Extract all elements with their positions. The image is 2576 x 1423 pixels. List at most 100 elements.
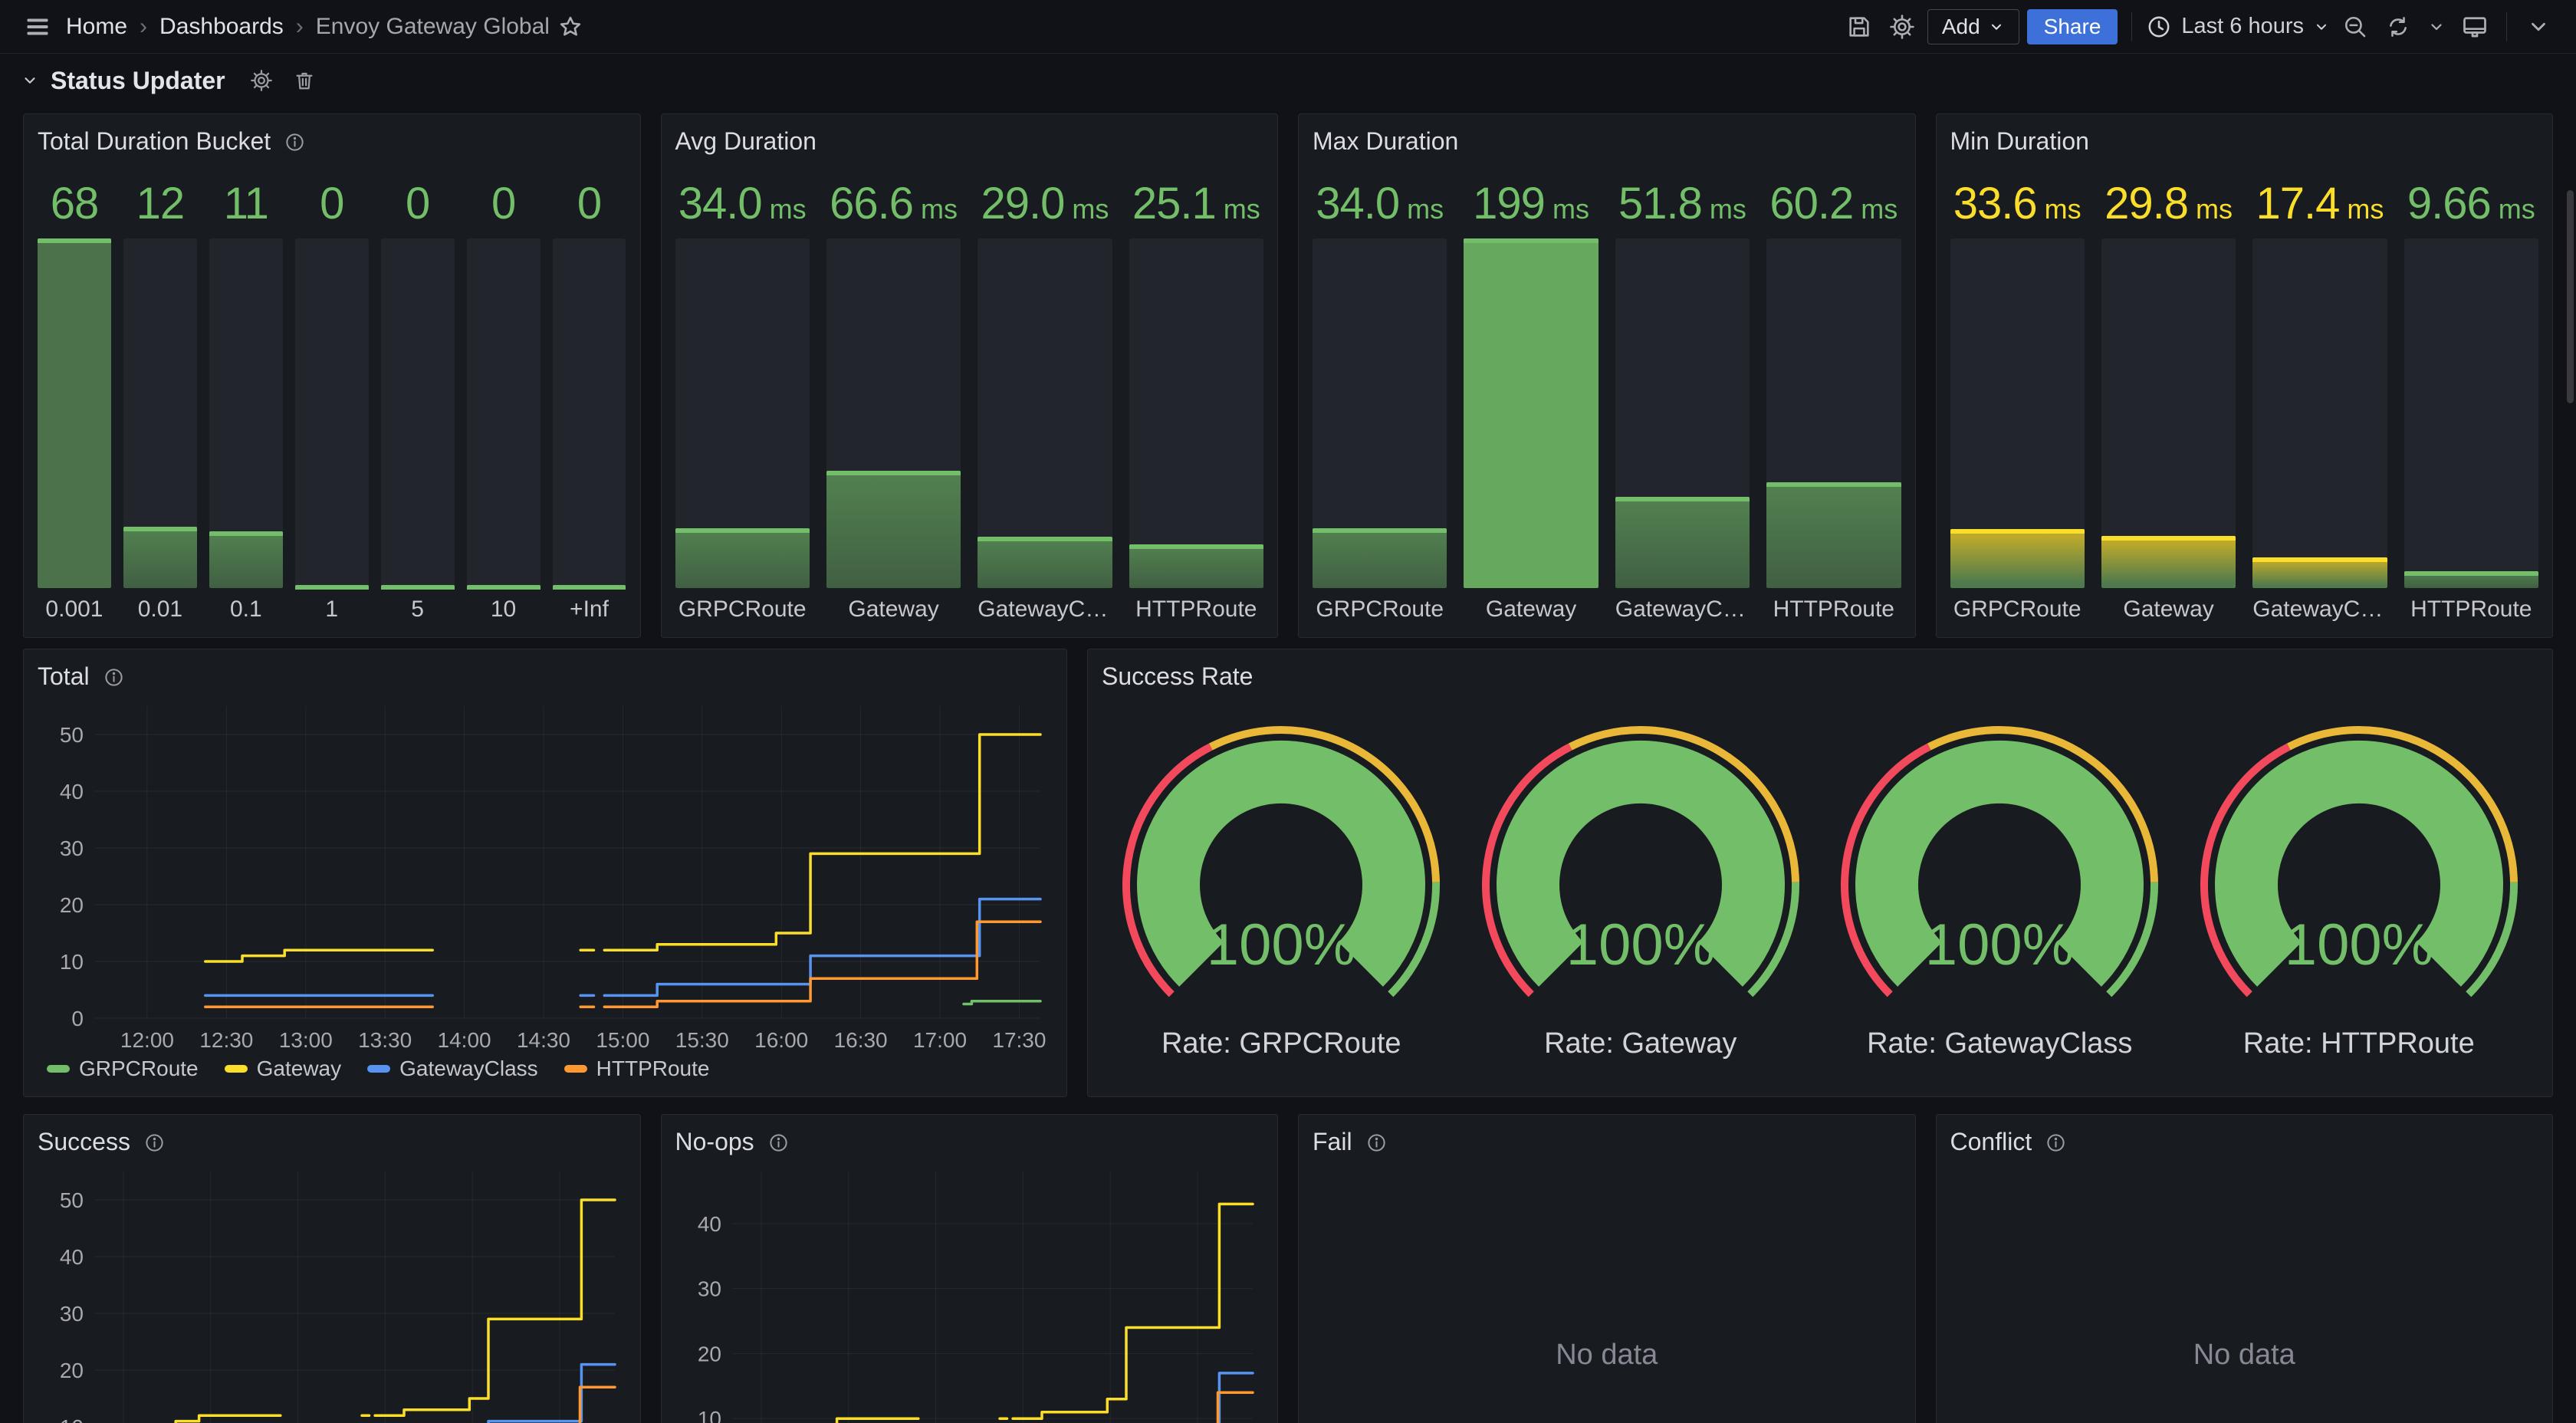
kiosk-mode-button[interactable] (2457, 9, 2492, 44)
panel-title[interactable]: No-ops (675, 1124, 1264, 1159)
bar-track (123, 238, 197, 588)
svg-text:16:30: 16:30 (834, 1028, 888, 1052)
gauge-plot: 100% (1112, 722, 1450, 1007)
refresh-button[interactable] (2380, 9, 2416, 44)
svg-text:30: 30 (60, 836, 84, 860)
panel-title-text: Success Rate (1102, 662, 1253, 691)
breadcrumb: Home › Dashboards › Envoy Gateway Global (66, 14, 550, 40)
panel-title[interactable]: Avg Duration (675, 123, 1264, 159)
bar-track (467, 238, 540, 588)
toolbar-collapse-button[interactable] (2521, 9, 2556, 44)
gauge-label: Rate: GRPCRoute (1162, 1027, 1401, 1060)
panel-title[interactable]: Conflict (1950, 1124, 2539, 1159)
panel-success-rate: Success Rate 100% Rate: GRPCRoute 100% Rate… (1087, 649, 2553, 1097)
bar-track (978, 238, 1112, 588)
panel-title[interactable]: Success Rate (1102, 659, 2538, 694)
gauge-label: Rate: HTTPRoute (2243, 1027, 2475, 1060)
bar-track (2101, 238, 2236, 588)
favorite-star-button[interactable] (553, 9, 588, 44)
bar-gauge-column-Gateway: 66.6msGateway (826, 168, 961, 626)
svg-text:0: 0 (71, 1007, 84, 1030)
scrollbar-thumb[interactable] (2567, 190, 2574, 403)
bar-gauge-column-10: 010 (467, 168, 540, 626)
gauge-Rate: GRPCRoute: 100%Rate: GRPCRoute (1112, 722, 1450, 1060)
panel-total-duration-bucket: Total Duration Bucket 680.001120.01110.1… (23, 113, 641, 638)
share-button[interactable]: Share (2027, 9, 2118, 44)
bar-label: GatewayClass (2252, 588, 2387, 626)
panel-title[interactable]: Total (38, 659, 1053, 694)
bar-label: HTTPRoute (2404, 588, 2538, 626)
bar-track (1615, 238, 1750, 588)
breadcrumb-dashboards[interactable]: Dashboards (159, 14, 284, 40)
row-collapse-button[interactable] (17, 67, 43, 94)
panel-row-1: Total Duration Bucket 680.001120.01110.1… (23, 113, 2553, 638)
legend-item-GatewayClass[interactable]: GatewayClass (367, 1057, 538, 1081)
toolbar-divider (2131, 12, 2132, 41)
success-rate-gauges: 100% Rate: GRPCRoute 100% Rate: Gateway 100%… (1102, 694, 2538, 1086)
bar-track (1313, 238, 1447, 588)
row-title[interactable]: Status Updater (51, 67, 225, 95)
time-range-label: Last 6 hours (2181, 14, 2304, 39)
bucket-bar-gauge: 680.001120.01110.101050100+Inf (38, 159, 626, 626)
chevron-down-icon (2527, 15, 2550, 38)
dashboard-grid: Total Duration Bucket 680.001120.01110.1… (0, 113, 2576, 1423)
panel-title[interactable]: Max Duration (1313, 123, 1901, 159)
bar-gauge-column-GRPCRoute: 34.0msGRPCRoute (1313, 168, 1447, 626)
bar-track (553, 238, 626, 588)
svg-text:12:30: 12:30 (199, 1028, 253, 1052)
save-dashboard-button[interactable] (1842, 9, 1877, 44)
legend-item-GRPCRoute[interactable]: GRPCRoute (47, 1057, 199, 1081)
panel-title-text: Min Duration (1950, 127, 2089, 156)
panel-title-text: Total (38, 662, 90, 691)
gauge-Rate: HTTPRoute: 100%Rate: HTTPRoute (2190, 722, 2528, 1060)
gauge-plot: 100% (2190, 722, 2528, 1007)
bar-track (381, 238, 455, 588)
info-icon (2045, 1132, 2066, 1153)
chevron-down-icon (2427, 18, 2446, 36)
success-timeseries: 12:0013:0014:0015:0016:0017:000102030405… (38, 1159, 626, 1423)
bar-label: 0.1 (209, 588, 283, 626)
bar-gauge-column-0.1: 110.1 (209, 168, 283, 626)
bar-track (209, 238, 283, 588)
bar-label: HTTPRoute (1766, 588, 1901, 626)
gauge-label: Rate: Gateway (1544, 1027, 1737, 1060)
row-delete-button[interactable] (287, 63, 322, 98)
panel-title[interactable]: Total Duration Bucket (38, 123, 626, 159)
panel-title-text: Total Duration Bucket (38, 127, 271, 156)
panel-title[interactable]: Fail (1313, 1124, 1901, 1159)
chevron-down-icon (2313, 18, 2330, 35)
svg-text:10: 10 (697, 1407, 721, 1423)
panel-success: Success 12:0013:0014:0015:0016:0017:0001… (23, 1114, 641, 1423)
row-settings-button[interactable] (244, 63, 279, 98)
panel-title[interactable]: Min Duration (1950, 123, 2539, 159)
bar-label: GRPCRoute (1313, 588, 1447, 626)
bar-label: GatewayClass (978, 588, 1112, 626)
legend-item-Gateway[interactable]: Gateway (225, 1057, 342, 1081)
bar-gauge-column-HTTPRoute: 60.2msHTTPRoute (1766, 168, 1901, 626)
breadcrumb-home[interactable]: Home (66, 14, 127, 40)
dashboard-settings-button[interactable] (1884, 9, 1920, 44)
add-button[interactable]: Add (1927, 9, 2019, 44)
svg-text:30: 30 (697, 1277, 721, 1301)
legend-item-HTTPRoute[interactable]: HTTPRoute (564, 1057, 710, 1081)
bar-track (2404, 238, 2538, 588)
panel-total: Total 12:0012:3013:0013:3014:0014:3015:0… (23, 649, 1067, 1097)
menu-button[interactable] (20, 9, 55, 44)
breadcrumb-separator: › (296, 14, 304, 40)
bar-gauge-column-0.01: 120.01 (123, 168, 197, 626)
zoom-out-time-button[interactable] (2338, 9, 2373, 44)
panel-title-text: No-ops (675, 1128, 754, 1156)
svg-text:13:30: 13:30 (358, 1028, 412, 1052)
panel-title[interactable]: Success (38, 1124, 626, 1159)
panel-row-3: Success 12:0013:0014:0015:0016:0017:0001… (23, 1114, 2553, 1423)
trash-icon (293, 69, 316, 92)
gear-icon (250, 69, 273, 92)
refresh-interval-dropdown[interactable] (2423, 9, 2450, 44)
panel-avg-duration: Avg Duration 34.0msGRPCRoute66.6msGatewa… (661, 113, 1279, 638)
svg-text:16:00: 16:00 (754, 1028, 808, 1052)
svg-text:40: 40 (60, 780, 84, 804)
svg-text:100%: 100% (1925, 912, 2074, 978)
min-bar-gauge: 33.6msGRPCRoute29.8msGateway17.4msGatewa… (1950, 159, 2539, 626)
bar-gauge-column-GRPCRoute: 33.6msGRPCRoute (1950, 168, 2085, 626)
time-range-picker[interactable]: Last 6 hours (2146, 9, 2330, 44)
